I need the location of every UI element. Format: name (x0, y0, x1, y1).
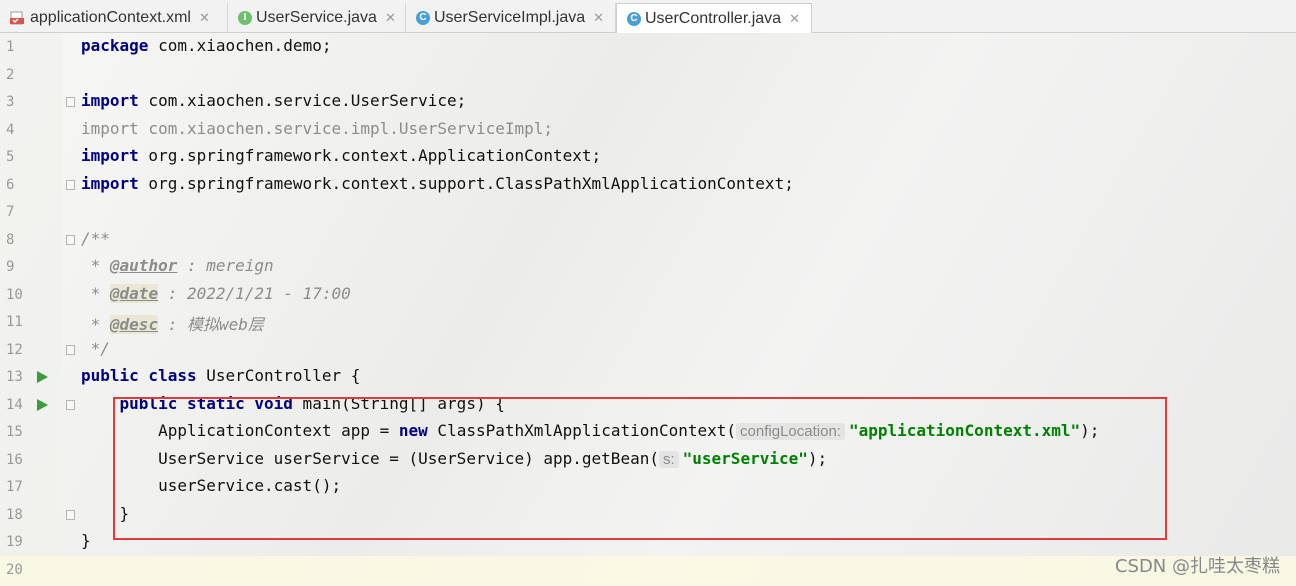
class-icon: C (627, 11, 641, 26)
line-number: 13 (6, 369, 23, 385)
code-line: 12 */ (0, 336, 1296, 364)
comment: : 2022/1/21 - 17:00 (158, 283, 351, 303)
editor-tab-bar: applicationContext.xml ✕ I UserService.j… (0, 0, 1296, 33)
comment-prefix: * (81, 315, 110, 334)
line-number: 10 (6, 286, 23, 303)
code-text: com.xiaochen.demo; (148, 36, 332, 55)
code-line: 3 import com.xiaochen.service.UserServic… (0, 88, 1296, 116)
line-number: 3 (6, 94, 15, 110)
line-number: 1 (6, 39, 15, 55)
code-line: 4 import com.xiaochen.service.impl.UserS… (0, 116, 1296, 144)
unused-import-keyword: import (81, 118, 139, 138)
xml-file-icon (10, 11, 26, 25)
fold-icon[interactable] (66, 344, 75, 355)
code-line: 5 import org.springframework.context.App… (0, 143, 1296, 171)
javadoc-tag: @author (109, 256, 178, 275)
comment-prefix: * (81, 283, 110, 303)
fold-icon[interactable] (66, 509, 75, 520)
run-icon[interactable] (37, 398, 48, 411)
fold-icon[interactable] (66, 179, 75, 190)
code-line: 8 /** (0, 226, 1296, 254)
keyword: import (81, 173, 139, 193)
line-number: 14 (6, 396, 23, 413)
line-number: 2 (6, 66, 15, 83)
tab-user-service-impl-java[interactable]: C UserServiceImpl.java ✕ (406, 3, 616, 33)
comment: : mereign (177, 256, 274, 275)
code-line: 6 import org.springframework.context.sup… (0, 171, 1296, 199)
interface-icon: I (238, 11, 252, 25)
code-text: UserController { (196, 366, 361, 385)
code-line: 13 public class UserController { (0, 363, 1296, 391)
code-line: 7 (0, 198, 1296, 226)
comment: */ (81, 338, 110, 358)
tab-label: applicationContext.xml (30, 9, 191, 26)
fold-icon[interactable] (66, 234, 75, 245)
code-line: 10 * @date : 2022/1/21 - 17:00 (0, 281, 1296, 309)
keyword: package (81, 36, 149, 55)
code-line: 1 package com.xiaochen.demo; (0, 33, 1296, 61)
line-number: 16 (6, 451, 23, 468)
run-icon[interactable] (37, 371, 48, 383)
line-number: 18 (6, 506, 23, 523)
line-number: 11 (6, 314, 23, 330)
code-line: 9 * @author : mereign (0, 253, 1296, 281)
line-number: 20 (6, 561, 23, 578)
red-highlight-box (113, 397, 1167, 540)
comment: : 模拟web层 (158, 315, 264, 334)
tab-user-service-java[interactable]: I UserService.java ✕ (228, 3, 406, 33)
close-icon[interactable]: ✕ (593, 10, 604, 26)
close-icon[interactable]: ✕ (789, 11, 800, 27)
tab-label: UserController.java (645, 9, 782, 27)
tab-label: UserService.java (256, 9, 377, 26)
line-number: 9 (6, 259, 15, 275)
code-line: 2 (0, 61, 1296, 89)
keyword: public class (81, 366, 197, 385)
line-number: 12 (6, 341, 23, 358)
line-number: 15 (6, 424, 23, 440)
code-editor[interactable]: 1 package com.xiaochen.demo; 2 3 import … (0, 33, 1296, 586)
close-icon[interactable]: ✕ (385, 10, 396, 26)
tab-application-context-xml[interactable]: applicationContext.xml ✕ (0, 3, 228, 33)
code-line: 20 (0, 556, 1296, 584)
javadoc-tag: @date (109, 283, 159, 303)
code-text: com.xiaochen.service.UserService; (138, 91, 467, 110)
tab-user-controller-java[interactable]: C UserController.java ✕ (616, 3, 812, 33)
fold-icon[interactable] (66, 97, 75, 107)
class-icon: C (416, 11, 430, 25)
javadoc-tag: @desc (109, 315, 159, 334)
code-text: org.springframework.context.ApplicationC… (138, 146, 602, 165)
line-number: 6 (6, 176, 15, 193)
line-number: 4 (6, 121, 15, 138)
line-number: 8 (6, 231, 15, 248)
keyword: import (81, 146, 139, 165)
line-number: 17 (6, 479, 23, 495)
line-number: 19 (6, 534, 23, 550)
code-text: } (81, 531, 91, 550)
line-number: 5 (6, 149, 15, 165)
tab-label: UserServiceImpl.java (434, 9, 586, 26)
watermark: CSDN @扎哇太枣糕 (1114, 556, 1280, 577)
close-icon[interactable]: ✕ (199, 10, 210, 26)
code-text: org.springframework.context.support.Clas… (138, 173, 794, 193)
code-text: com.xiaochen.service.impl.UserServiceImp… (138, 118, 554, 138)
comment: /** (81, 228, 110, 248)
fold-icon[interactable] (66, 399, 75, 410)
comment-prefix: * (81, 256, 110, 275)
code-line: 11 * @desc : 模拟web层 (0, 308, 1296, 336)
keyword: import (81, 91, 139, 110)
line-number: 7 (6, 204, 15, 220)
